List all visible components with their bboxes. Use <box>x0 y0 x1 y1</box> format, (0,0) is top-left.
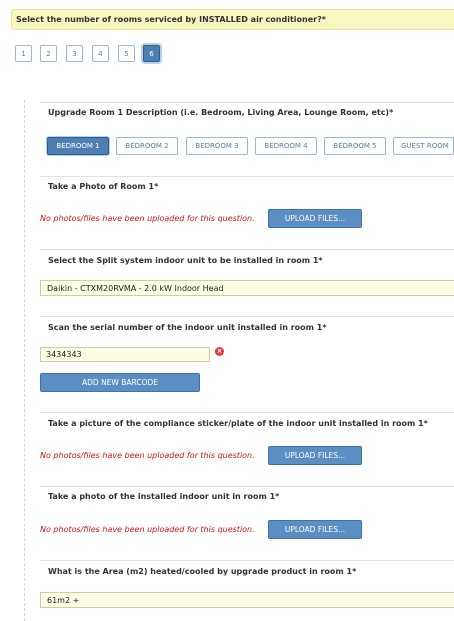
upload-files-button[interactable]: UPLOAD FILES... <box>268 520 362 539</box>
no-photos-message: No photos/files have been uploaded for t… <box>40 451 255 460</box>
divider <box>40 560 454 561</box>
question-serial-number: Scan the serial number of the indoor uni… <box>48 323 327 332</box>
question-room-count-label: Select the number of rooms serviced by I… <box>16 15 326 24</box>
room-count-option-1[interactable]: 1 <box>15 45 32 62</box>
tab-bedroom-2[interactable]: BEDROOM 2 <box>116 137 178 155</box>
question-area: What is the Area (m2) heated/cooled by u… <box>48 567 357 576</box>
divider <box>40 316 454 317</box>
indoor-unit-value: Daikin - CTXM20RVMA - 2.0 kW Indoor Head <box>47 284 224 293</box>
question-indoor-unit: Select the Split system indoor unit to b… <box>48 256 323 265</box>
question-compliance-sticker: Take a picture of the compliance sticker… <box>48 419 428 428</box>
serial-number-value: 3434343 <box>46 350 82 359</box>
serial-number-input[interactable]: 3434343 <box>40 347 210 362</box>
area-value: 61m2 + <box>47 596 80 605</box>
room-count-option-3[interactable]: 3 <box>66 45 83 62</box>
question-room-count: Select the number of rooms serviced by I… <box>11 9 454 30</box>
clear-icon[interactable]: × <box>215 347 224 356</box>
no-photos-message: No photos/files have been uploaded for t… <box>40 214 255 223</box>
question-photo-indoor-unit: Take a photo of the installed indoor uni… <box>48 492 280 501</box>
room-count-option-6[interactable]: 6 <box>143 45 160 62</box>
tab-bedroom-4[interactable]: BEDROOM 4 <box>255 137 317 155</box>
tab-bedroom-1[interactable]: BEDROOM 1 <box>47 137 109 155</box>
upload-files-button[interactable]: UPLOAD FILES... <box>268 209 362 228</box>
divider <box>40 102 454 103</box>
room-count-option-5[interactable]: 5 <box>118 45 135 62</box>
add-new-barcode-button[interactable]: ADD NEW BARCODE <box>40 373 200 392</box>
upload-files-button[interactable]: UPLOAD FILES... <box>268 446 362 465</box>
indoor-unit-select[interactable]: Daikin - CTXM20RVMA - 2.0 kW Indoor Head <box>40 280 454 296</box>
divider <box>40 412 454 413</box>
room-count-option-2[interactable]: 2 <box>40 45 57 62</box>
no-photos-message: No photos/files have been uploaded for t… <box>40 525 255 534</box>
tab-bedroom-5[interactable]: BEDROOM 5 <box>324 137 386 155</box>
area-select[interactable]: 61m2 + <box>40 592 454 608</box>
section-indent-line <box>24 100 25 621</box>
tab-bedroom-3[interactable]: BEDROOM 3 <box>186 137 248 155</box>
divider <box>40 249 454 250</box>
question-photo-room: Take a Photo of Room 1* <box>48 182 159 191</box>
divider <box>40 176 454 177</box>
question-room-description: Upgrade Room 1 Description (i.e. Bedroom… <box>48 108 394 117</box>
room-count-option-4[interactable]: 4 <box>92 45 109 62</box>
tab-guest-room[interactable]: GUEST ROOM <box>393 137 454 155</box>
divider <box>40 486 454 487</box>
